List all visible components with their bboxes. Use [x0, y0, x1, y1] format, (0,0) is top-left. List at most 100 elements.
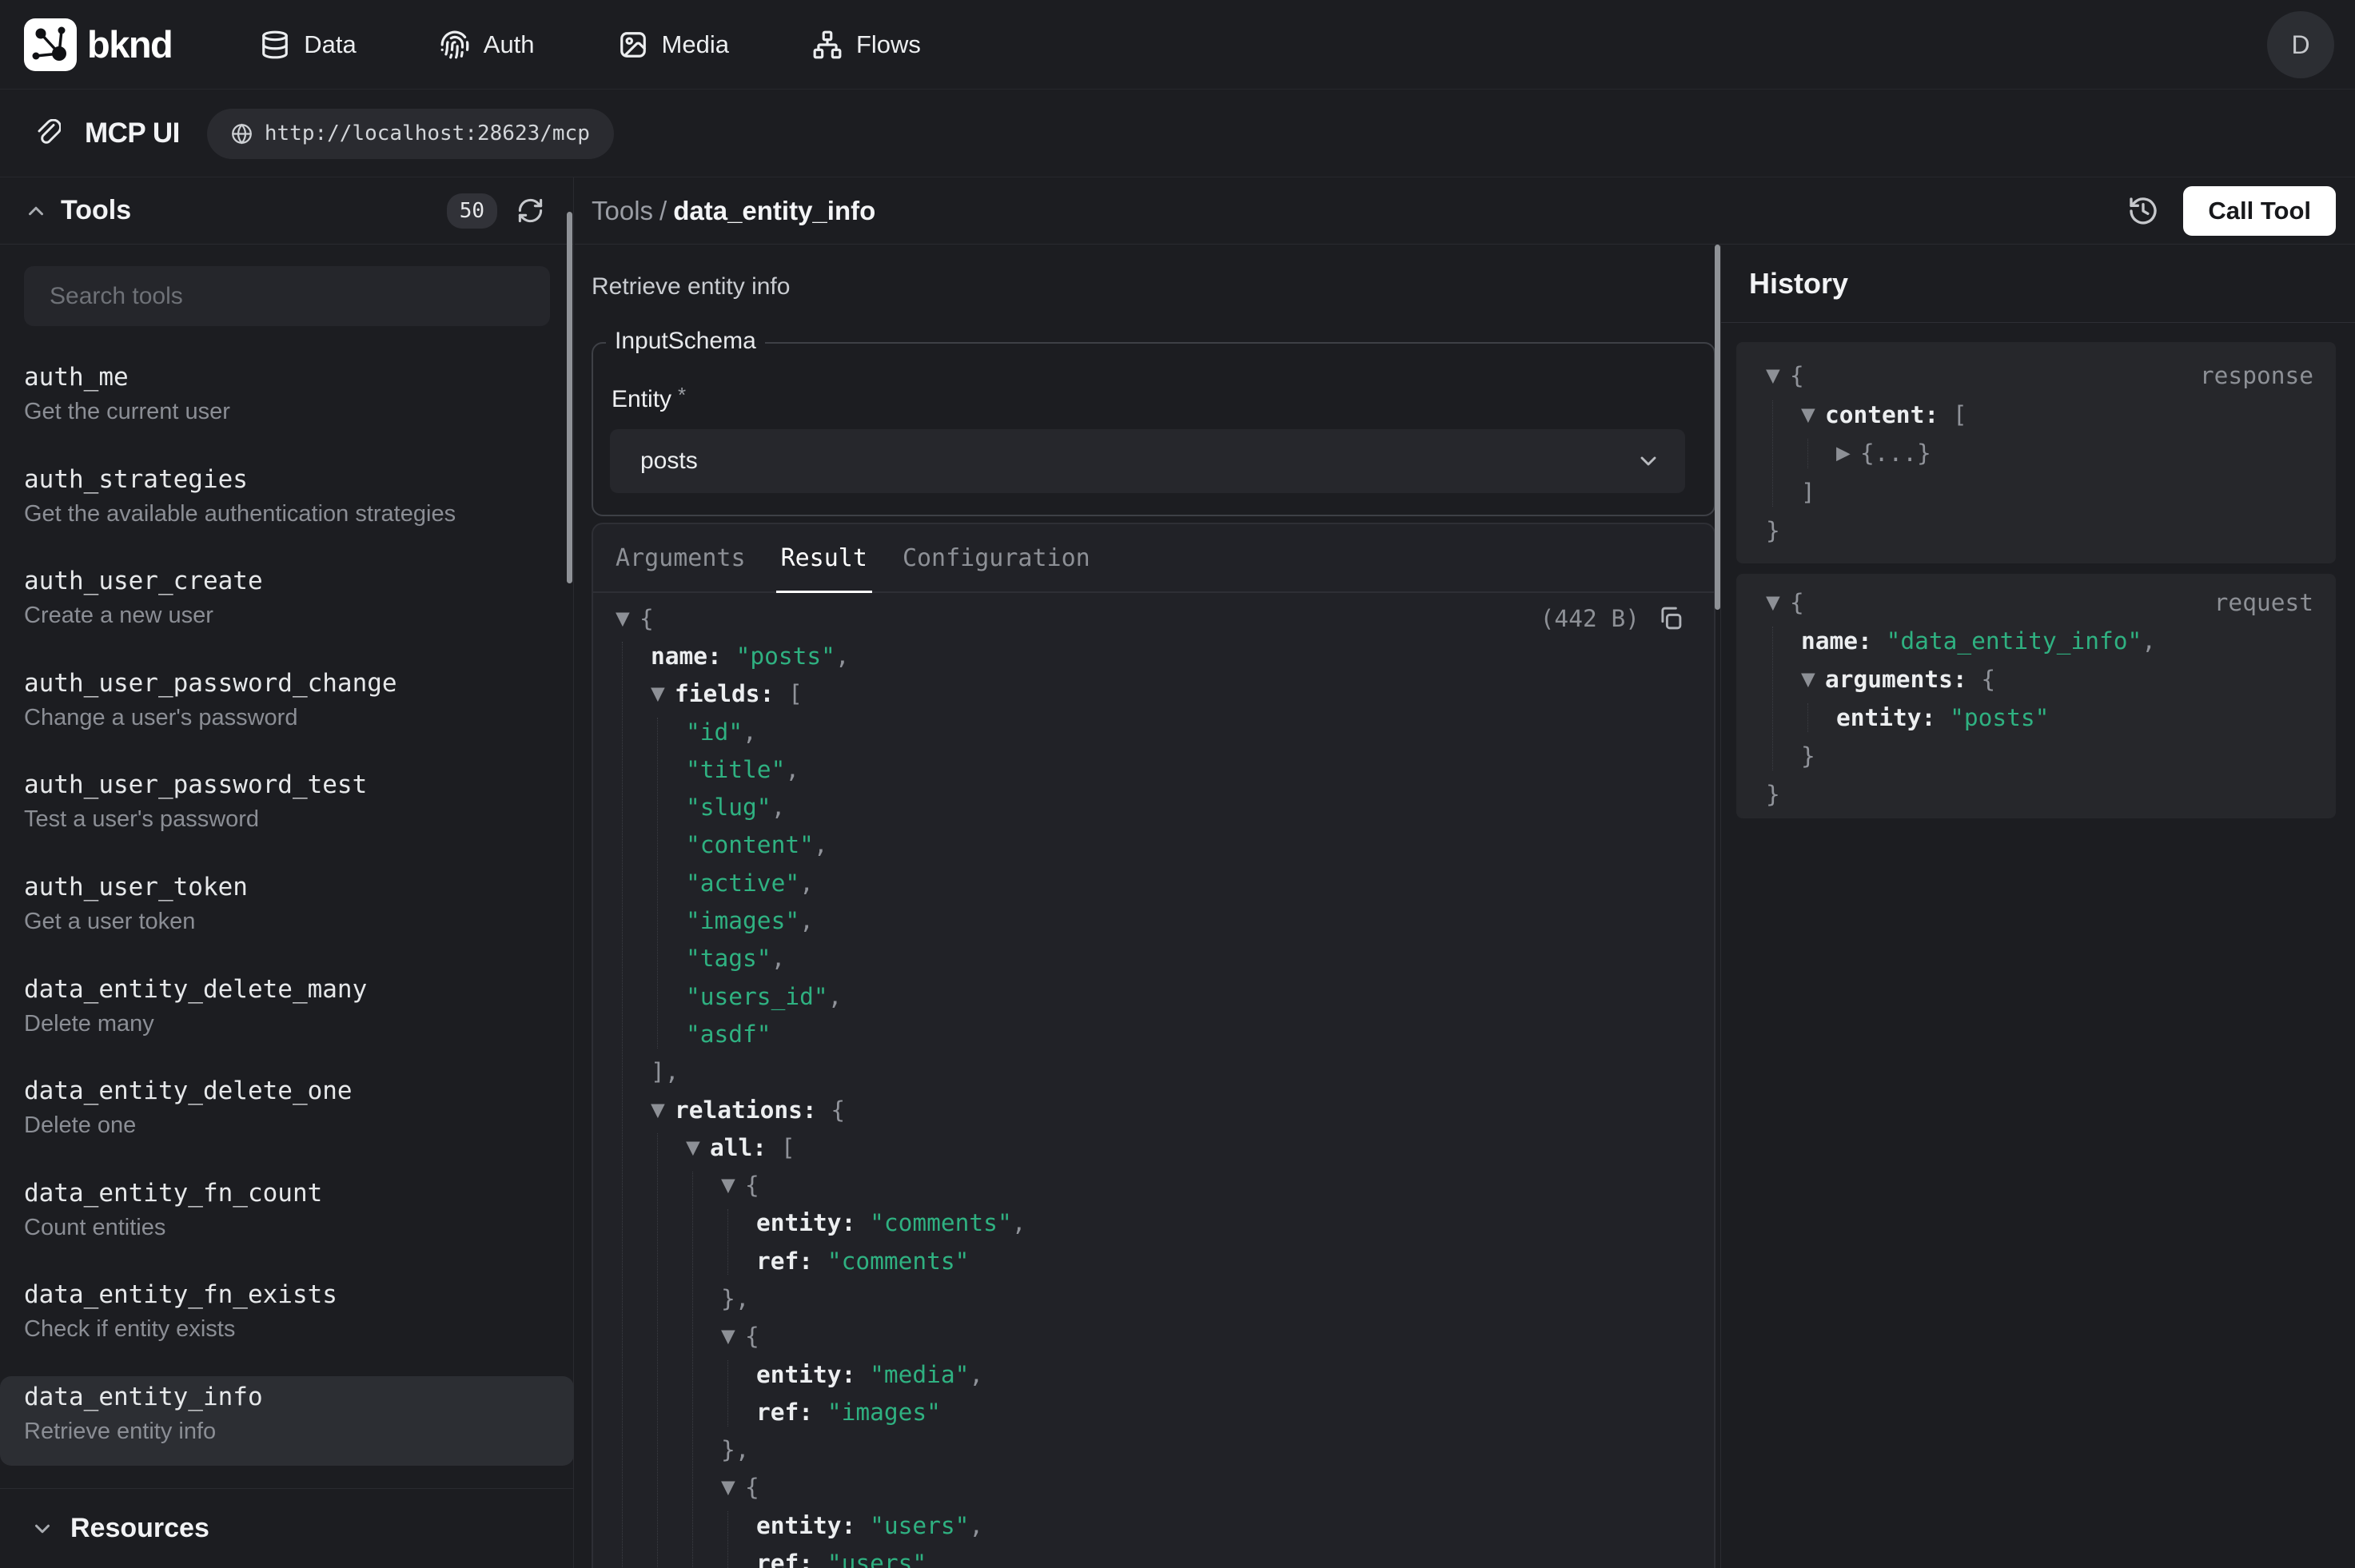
indent-guide — [1772, 627, 1773, 770]
call-tool-button[interactable]: Call Tool — [2183, 186, 2336, 236]
tool-description: Count entities — [24, 1215, 550, 1241]
json-line: } — [1736, 775, 2336, 814]
tool-list-item-data_entity_fn_count[interactable]: data_entity_fn_countCount entities — [0, 1164, 574, 1267]
json-token-punc: , — [771, 794, 786, 821]
nav-item-flows[interactable]: Flows — [812, 30, 921, 60]
server-url-pill[interactable]: http://localhost:28623/mcp — [207, 109, 614, 159]
json-token-key: arguments: — [1825, 666, 1981, 693]
expand-arrow-icon[interactable]: ▶ — [1836, 439, 1860, 466]
sidebar-scrollbar-thumb[interactable] — [567, 212, 572, 583]
json-token-str: "content" — [686, 831, 814, 858]
tool-list-item-auth_strategies[interactable]: auth_strategiesGet the available authent… — [0, 451, 574, 553]
json-token-punc: [ — [788, 680, 803, 707]
bknd-logo[interactable]: bknd — [24, 18, 172, 71]
entity-select[interactable]: posts — [610, 429, 1685, 493]
tool-list-item-data_entity_delete_many[interactable]: data_entity_delete_manyDelete many — [0, 961, 574, 1063]
tab-result[interactable]: Result — [781, 524, 867, 591]
json-token-punc: { — [745, 1474, 759, 1501]
tool-list-item-auth_user_create[interactable]: auth_user_createCreate a new user — [0, 552, 574, 655]
json-line: entity: "posts" — [1736, 698, 2336, 737]
tool-name: auth_user_password_test — [24, 770, 550, 799]
json-token-key: ref: — [756, 1399, 827, 1426]
indent-guide — [727, 1209, 728, 1275]
tool-list-item-data_entity_info[interactable]: data_entity_infoRetrieve entity info — [0, 1368, 574, 1470]
nav-item-media[interactable]: Media — [618, 30, 729, 60]
json-token-punc: ], — [651, 1058, 679, 1085]
collapse-arrow-icon[interactable]: ▼ — [1801, 665, 1825, 692]
refresh-icon[interactable] — [516, 197, 544, 225]
tool-description: Delete many — [24, 1011, 550, 1037]
history-icon[interactable] — [2127, 195, 2159, 227]
collapse-arrow-icon[interactable]: ▼ — [1766, 588, 1790, 615]
tab-configuration[interactable]: Configuration — [903, 524, 1090, 591]
json-line: name: "data_entity_info", — [1736, 622, 2336, 660]
json-line: "active", — [593, 864, 1714, 901]
collapse-arrow-icon[interactable]: ▼ — [651, 1096, 675, 1123]
chevron-down-icon — [30, 1517, 54, 1541]
tool-description: Get a user token — [24, 909, 550, 935]
collapse-arrow-icon[interactable]: ▼ — [686, 1133, 710, 1160]
json-line: "users_id", — [593, 977, 1714, 1015]
resources-section-header[interactable]: Resources — [0, 1489, 573, 1568]
search-input[interactable] — [24, 266, 550, 326]
json-line: "title", — [593, 750, 1714, 788]
tool-name: data_entity_delete_one — [24, 1077, 550, 1105]
main-scrollbar-thumb[interactable] — [1715, 245, 1720, 610]
json-token-punc: } — [1801, 742, 1815, 770]
history-entry-request[interactable]: ▼{requestname: "data_entity_info",▼argum… — [1736, 574, 2336, 818]
collapse-arrow-icon[interactable]: ▼ — [721, 1171, 745, 1198]
json-line: entity: "users", — [593, 1506, 1714, 1544]
json-token-punc: }, — [721, 1436, 750, 1463]
tool-description: Change a user's password — [24, 705, 550, 731]
collapse-arrow-icon[interactable]: ▼ — [651, 679, 675, 706]
json-token-punc: } — [1766, 517, 1780, 544]
collapse-arrow-icon[interactable]: ▼ — [616, 604, 640, 631]
json-token-key: all: — [710, 1134, 781, 1161]
json-line: "slug", — [593, 788, 1714, 826]
tool-list-item-data_entity_fn_exists[interactable]: data_entity_fn_existsCheck if entity exi… — [0, 1266, 574, 1368]
json-token-key: content: — [1825, 401, 1953, 428]
resources-title: Resources — [70, 1513, 209, 1544]
tab-bar: Arguments Result Configuration — [593, 524, 1714, 593]
copy-icon[interactable] — [1657, 605, 1684, 631]
tool-list: auth_meGet the current userauth_strategi… — [0, 348, 574, 1470]
result-size: (442 B) — [1540, 605, 1640, 632]
json-line: "asdf" — [593, 1015, 1714, 1053]
collapse-arrow-icon[interactable]: ▼ — [1766, 361, 1790, 388]
collapse-arrow-icon[interactable]: ▼ — [721, 1322, 745, 1349]
tool-list-item-auth_user_password_test[interactable]: auth_user_password_testTest a user's pas… — [0, 756, 574, 858]
json-token-punc: , — [835, 643, 850, 670]
json-token-key: entity: — [1836, 704, 1950, 731]
indent-guide — [692, 1172, 693, 1568]
history-entry-response[interactable]: ▼{response▼content: [▶{...}]} — [1736, 342, 2336, 563]
indent-guide — [1807, 703, 1808, 732]
collapse-arrow-icon[interactable]: ▼ — [721, 1473, 745, 1500]
tool-list-item-data_entity_delete_one[interactable]: data_entity_delete_oneDelete one — [0, 1062, 574, 1164]
json-token-punc: }, — [721, 1285, 750, 1312]
tab-arguments[interactable]: Arguments — [616, 524, 746, 591]
tool-list-item-auth_me[interactable]: auth_meGet the current user — [0, 348, 574, 451]
json-token-key: fields: — [675, 680, 788, 707]
json-line: ref: "images" — [593, 1393, 1714, 1431]
top-navigation: Data Auth — [260, 30, 921, 60]
tool-list-item-auth_user_password_change[interactable]: auth_user_password_changeChange a user's… — [0, 655, 574, 757]
json-line: ▼{request — [1736, 583, 2336, 622]
collapse-arrow-icon[interactable]: ▼ — [1801, 400, 1825, 428]
json-token-punc: [ — [1953, 401, 1967, 428]
tool-list-item-auth_user_token[interactable]: auth_user_tokenGet a user token — [0, 858, 574, 961]
json-token-punc: , — [785, 756, 799, 783]
bknd-logo-icon — [24, 18, 77, 71]
breadcrumb-section[interactable]: Tools — [592, 196, 653, 225]
indent-guide — [657, 718, 658, 1049]
json-token-str: "posts" — [1950, 704, 2049, 731]
json-line: }, — [593, 1279, 1714, 1317]
nav-label: Media — [662, 30, 729, 59]
json-line: ▼{ — [593, 1318, 1714, 1355]
tools-count-badge: 50 — [447, 193, 497, 229]
nav-item-auth[interactable]: Auth — [440, 30, 535, 60]
json-line: ▼{ — [593, 1166, 1714, 1204]
json-token-punc: { — [831, 1096, 845, 1124]
tools-section-header[interactable]: Tools 50 — [0, 177, 573, 245]
nav-item-data[interactable]: Data — [260, 30, 356, 60]
user-avatar[interactable]: D — [2267, 11, 2334, 78]
